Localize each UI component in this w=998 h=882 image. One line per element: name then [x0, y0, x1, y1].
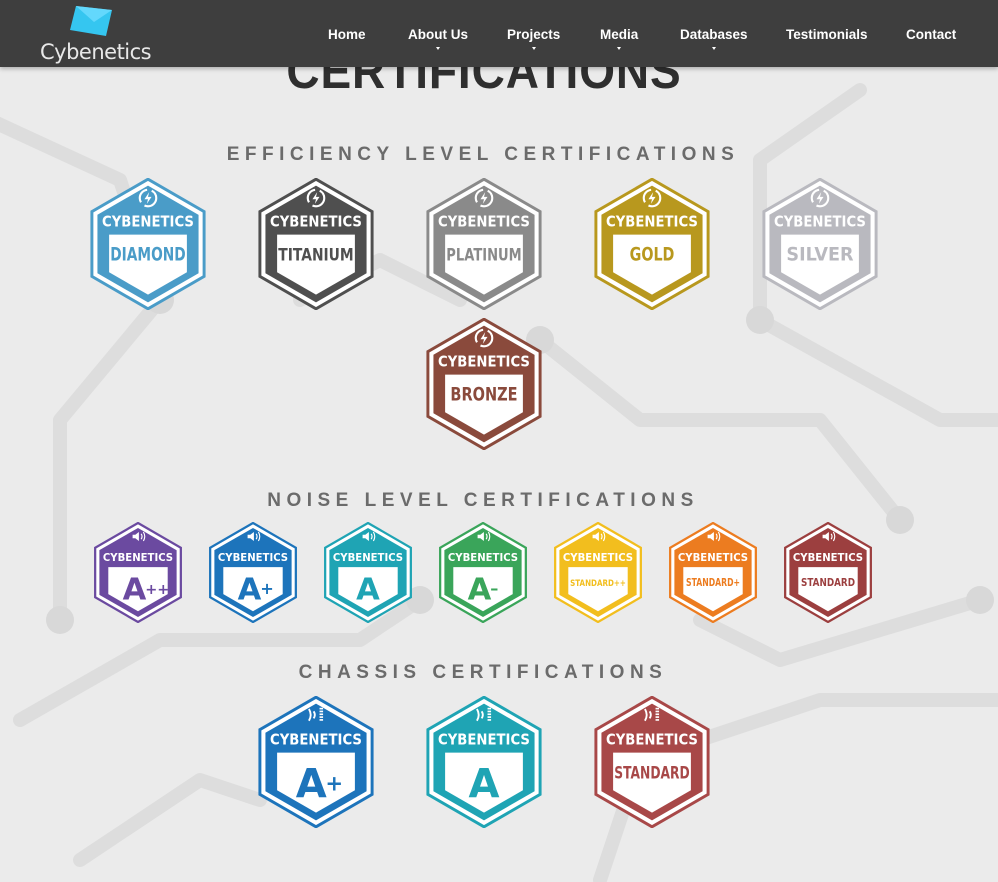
badge-standard-[interactable]: CYBENETICS STANDARD++: [553, 522, 643, 623]
badge-graphic: CYBENETICS A+: [209, 522, 297, 623]
badge-graphic: CYBENETICS STANDARD: [594, 696, 710, 828]
badge-level-suffix: –: [490, 579, 498, 598]
badge-brand-text: CYBENETICS: [438, 353, 530, 370]
badge-bronze[interactable]: CYBENETICS BRONZE: [424, 318, 544, 450]
efficiency-section-title: EFFICIENCY LEVEL CERTIFICATIONS: [226, 144, 740, 165]
top-navbar: Cybenetics Home About Us Projects Media …: [0, 0, 998, 67]
badge-brand-text: CYBENETICS: [102, 213, 194, 230]
logo-mark-icon: [70, 6, 112, 36]
badge-level-text: BRONZE: [450, 385, 517, 406]
nav-media[interactable]: Media: [600, 27, 639, 50]
nav-contact[interactable]: Contact: [906, 27, 956, 42]
badge-a[interactable]: CYBENETICS A: [323, 522, 413, 623]
badge-graphic: CYBENETICS PLATINUM: [426, 178, 542, 310]
badge-level-text: A: [296, 761, 327, 807]
chevron-down-icon: [711, 47, 716, 50]
badge-silver[interactable]: CYBENETICS SILVER: [760, 178, 880, 310]
nav-about-us-label: About Us: [408, 27, 468, 42]
badge-graphic: CYBENETICS TITANIUM: [258, 178, 374, 310]
badge-brand-text: CYBENETICS: [270, 213, 362, 230]
badge-level-text: PLATINUM: [446, 246, 521, 265]
badge-brand-text: CYBENETICS: [438, 731, 530, 748]
badge-level-text: SILVER: [786, 245, 854, 266]
badge-brand-text: CYBENETICS: [218, 552, 288, 564]
badge-level-text: A: [468, 761, 499, 807]
nav-home-label: Home: [328, 27, 366, 42]
nav-projects-label: Projects: [507, 27, 561, 42]
badge-titanium[interactable]: CYBENETICS TITANIUM: [256, 178, 376, 310]
badge-graphic: CYBENETICS STANDARD+: [669, 522, 757, 623]
badge-gold[interactable]: CYBENETICS GOLD: [592, 178, 712, 310]
nav-media-label: Media: [600, 27, 639, 42]
badge-level-suffix: ++: [145, 582, 169, 598]
nav-databases[interactable]: Databases: [680, 27, 748, 50]
badge-brand-text: CYBENETICS: [774, 213, 866, 230]
badge-brand-text: CYBENETICS: [333, 552, 403, 564]
chevron-down-icon: [436, 47, 440, 50]
noise-section-title: NOISE LEVEL CERTIFICATIONS: [267, 490, 699, 511]
badge-a-plus[interactable]: CYBENETICS A +: [256, 696, 376, 828]
site-logo[interactable]: Cybenetics: [38, 2, 152, 64]
badge-a-plusplus[interactable]: CYBENETICS A ++: [93, 522, 183, 623]
badge-brand-text: CYBENETICS: [678, 552, 748, 564]
badge-graphic: CYBENETICS GOLD: [594, 178, 710, 310]
badge-level-text: DIAMOND: [110, 245, 185, 266]
chevron-down-icon: [531, 47, 536, 50]
badge-graphic: CYBENETICS A: [324, 522, 412, 623]
badge-level-text: STANDARD+: [686, 577, 740, 589]
badge-a-plus[interactable]: CYBENETICS A +: [208, 522, 298, 623]
badge-graphic: CYBENETICS SILVER: [762, 178, 878, 310]
badge-level-text: A: [238, 573, 262, 608]
nav-contact-label: Contact: [906, 27, 957, 42]
badge-brand-text: CYBENETICS: [438, 213, 530, 230]
badge-level-text: STANDARD++: [570, 579, 626, 589]
chevron-down-icon: [617, 47, 622, 50]
badge-brand-text: CYBENETICS: [606, 731, 698, 748]
badge-brand-text: CYBENETICS: [606, 213, 698, 230]
badge-brand-text: CYBENETICS: [103, 552, 173, 564]
nav-databases-label: Databases: [680, 27, 748, 42]
nav-projects[interactable]: Projects: [507, 27, 561, 50]
badge-graphic: CYBENETICS A: [426, 696, 542, 828]
badge-level-suffix: +: [260, 579, 274, 598]
badge-standard[interactable]: CYBENETICS STANDARD: [783, 522, 873, 623]
badge-graphic: CYBENETICS BRONZE: [426, 318, 542, 450]
badge-brand-text: CYBENETICS: [793, 552, 863, 564]
badge-graphic: CYBENETICS DIAMOND: [90, 178, 206, 310]
badge-graphic: CYBENETICS A++: [94, 522, 182, 623]
badge-level-text: GOLD: [630, 245, 675, 266]
badge-standard[interactable]: CYBENETICS STANDARD: [592, 696, 712, 828]
badge-diamond[interactable]: CYBENETICS DIAMOND: [88, 178, 208, 310]
badge-graphic: CYBENETICS STANDARD: [784, 522, 872, 623]
badge-a-minus[interactable]: CYBENETICS A –: [438, 522, 528, 623]
badge-brand-text: CYBENETICS: [563, 552, 633, 564]
nav-testimonials-label: Testimonials: [786, 27, 868, 42]
badge-level-text: A: [468, 573, 492, 608]
badge-platinum[interactable]: CYBENETICS PLATINUM: [424, 178, 544, 310]
badge-graphic: CYBENETICS A–: [439, 522, 527, 623]
badge-level-suffix: +: [325, 771, 343, 796]
badge-level-text: STANDARD: [614, 764, 689, 783]
badge-brand-text: CYBENETICS: [448, 552, 518, 564]
nav-about-us[interactable]: About Us: [408, 27, 468, 50]
nav-home[interactable]: Home: [328, 27, 366, 42]
badge-level-text: TITANIUM: [278, 246, 353, 265]
badge-graphic: CYBENETICS STANDARD++: [554, 522, 642, 623]
badge-level-text: STANDARD: [801, 577, 855, 589]
badge-graphic: CYBENETICS A+: [258, 696, 374, 828]
nav-testimonials[interactable]: Testimonials: [786, 27, 868, 42]
logo-text: Cybenetics: [40, 40, 152, 64]
badge-standard-[interactable]: CYBENETICS STANDARD+: [668, 522, 758, 623]
badge-level-text: A: [356, 573, 380, 608]
badge-brand-text: CYBENETICS: [270, 731, 362, 748]
badge-level-text: A: [123, 573, 147, 608]
chassis-section-title: CHASSIS CERTIFICATIONS: [298, 662, 668, 683]
badge-a[interactable]: CYBENETICS A: [424, 696, 544, 828]
